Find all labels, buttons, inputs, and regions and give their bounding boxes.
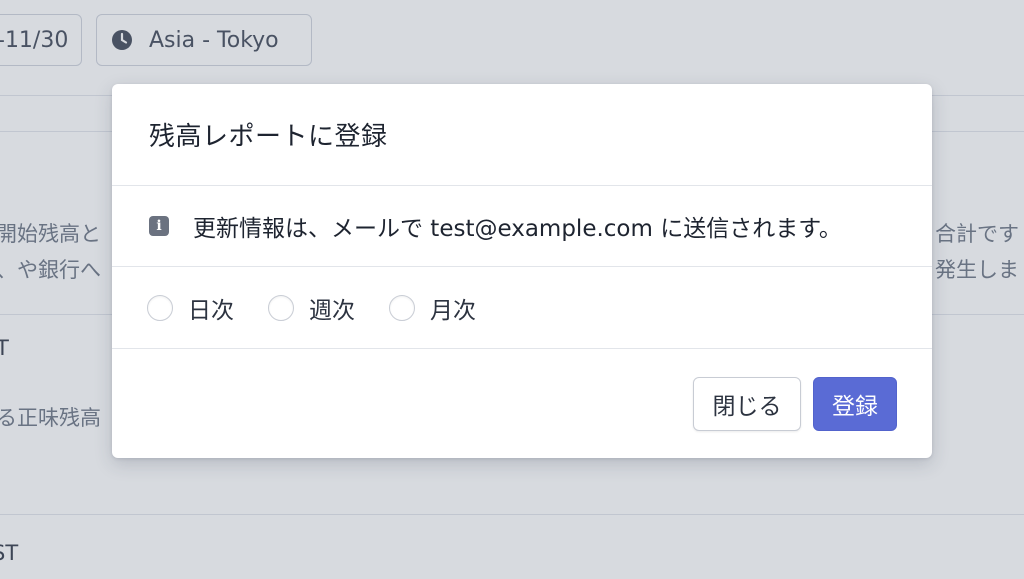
radio-button[interactable] bbox=[147, 294, 173, 321]
radio-option-daily[interactable]: 日次 bbox=[147, 291, 234, 325]
radio-label: 週次 bbox=[309, 297, 355, 324]
info-banner: i 更新情報は、メールで test@example.com に送信されます。 bbox=[112, 186, 932, 267]
app-root: -11/30 Asia - Tokyo 開始残高と 、や銀行へ 合計です 発生し… bbox=[0, 0, 1024, 579]
modal-footer: 閉じる 登録 bbox=[112, 349, 932, 458]
frequency-radio-group: 日次 週次 月次 bbox=[112, 267, 932, 349]
modal-header: 残高レポートに登録 bbox=[112, 84, 932, 186]
info-icon: i bbox=[149, 216, 169, 236]
radio-option-monthly[interactable]: 月次 bbox=[389, 291, 476, 325]
radio-label: 日次 bbox=[188, 297, 234, 324]
close-button[interactable]: 閉じる bbox=[693, 376, 801, 431]
radio-button[interactable] bbox=[389, 294, 415, 321]
modal-title: 残高レポートに登録 bbox=[149, 122, 388, 152]
radio-option-weekly[interactable]: 週次 bbox=[268, 291, 355, 325]
radio-button[interactable] bbox=[268, 294, 294, 321]
radio-label: 月次 bbox=[430, 297, 476, 324]
subscribe-report-modal: 残高レポートに登録 i 更新情報は、メールで test@example.com … bbox=[112, 84, 932, 458]
submit-button[interactable]: 登録 bbox=[813, 376, 897, 431]
info-message: 更新情報は、メールで test@example.com に送信されます。 bbox=[193, 216, 842, 242]
